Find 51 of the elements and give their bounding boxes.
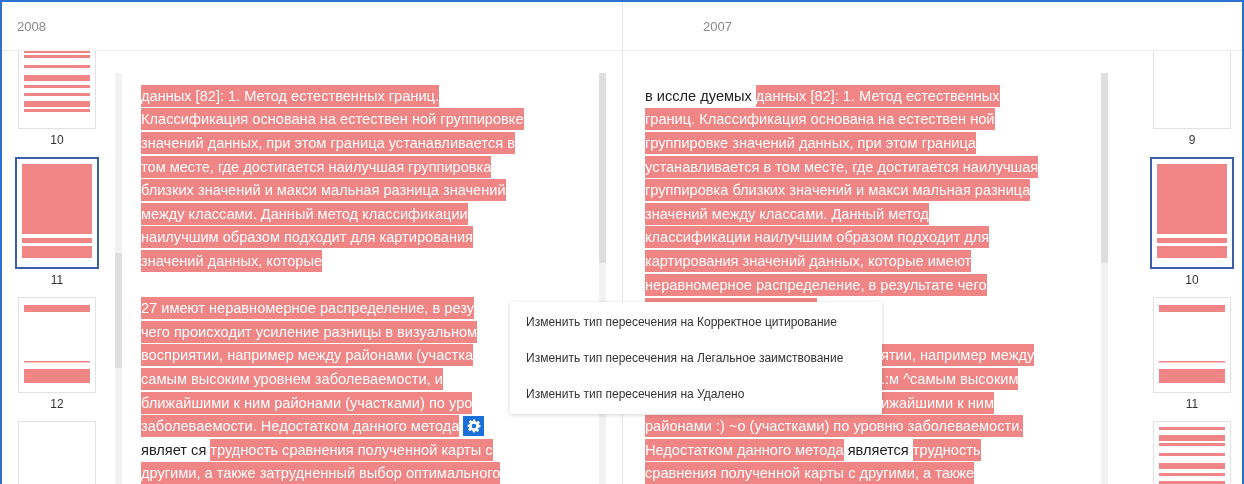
menu-item[interactable]: Изменить тип пересечения на Удалено (510, 376, 882, 412)
highlighted-text: ижайшими к ним (881, 391, 994, 414)
highlighted-text: трудность сравнения полученной карты с (210, 438, 493, 461)
page-number: 10 (1185, 273, 1199, 287)
highlighted-text: значений данных, которые (141, 249, 323, 272)
page-thumbnail[interactable] (1150, 157, 1234, 269)
highlighted-text: классификации наилучшим образом подходит для (645, 226, 990, 249)
highlighted-text: картирования значений данных, которые имеют (645, 249, 972, 272)
page-number: 11 (50, 273, 64, 287)
highlighted-text: ближайшими к ним районами (участками) по уро (141, 391, 473, 414)
highlighted-text: неравномерное распределение, в результате чего (645, 273, 987, 296)
page-number: 10 (50, 133, 64, 147)
highlighted-text: границ. Классификация основана на естествен ной (645, 108, 995, 131)
highlighted-text: данных [82]: 1. Метод естественных (755, 84, 1000, 107)
highlighted-text: значений данных, при этом граница устанавливается в (141, 132, 515, 154)
highlighted-text: том месте, где достигается наилучшая группировка (141, 155, 492, 178)
highlighted-text: устанавливается в том месте, где достигается наилучшая (645, 155, 1039, 178)
highlighted-text: ятии, например между (881, 344, 1035, 367)
highlighted-text: данных [82]: 1. Метод естественных границ. (141, 84, 439, 107)
scrollbar[interactable] (1101, 73, 1108, 484)
scrollbar[interactable] (115, 73, 122, 484)
text-fragment: является (847, 440, 909, 460)
highlighted-text: восприятии, например между районами (участка (141, 344, 474, 367)
highlighted-text: районами :) ~о (участками) по уровню заболеваемости. (645, 415, 1024, 438)
page-number: 12 (50, 397, 64, 411)
highlighted-text: Недостатком данного метода (645, 438, 844, 461)
highlighted-text: трудность (912, 438, 981, 461)
highlighted-text: Классификация основана на естествен ной группировке (141, 108, 524, 131)
menu-item[interactable]: Изменить тип пересечения на Легальное заимствование (510, 340, 882, 376)
page-thumbnail[interactable] (15, 157, 99, 269)
highlighted-text: заболеваемости. Недостатком данного метода (141, 415, 460, 438)
year-label: 2008 (17, 18, 46, 34)
page-number: 9 (1188, 133, 1196, 147)
highlighted-text: группировка близких значений и макси мальная разница (645, 179, 1031, 202)
menu-item[interactable]: Изменить тип пересечения на Корректное цитирование (510, 304, 882, 340)
text-fragment: являет ся (141, 440, 207, 460)
highlighted-text: сравнения полученной карты с другими, а также (645, 462, 975, 484)
settings-icon[interactable] (463, 416, 485, 437)
page-number: 11 (1185, 397, 1199, 411)
highlighted-text: самым высоким уровнем заболеваемости, и (141, 367, 443, 390)
highlighted-text: наилучшим образом подходит для картирования (141, 226, 473, 249)
highlighted-text: чего происходит усиление разницы в визуальном (141, 320, 478, 343)
year-label: 2007 (703, 18, 732, 34)
text-fragment: в иссле дуемых (645, 86, 752, 106)
highlighted-text: группировке значений данных, при этом граница (645, 132, 976, 154)
highlighted-text: значений между классами. Данный метод (645, 202, 929, 225)
highlighted-text: между классами. Данный метод классификации (141, 202, 468, 225)
highlighted-text: 27 имеют неравномерное распределение, в резу (141, 297, 474, 320)
highlighted-text: близких значений и макси мальная разница значений (141, 179, 506, 202)
highlighted-text: другими, а также затрудненный выбор оптимального (141, 462, 501, 484)
highlighted-text: .:м ^самым высоким (881, 367, 1019, 390)
